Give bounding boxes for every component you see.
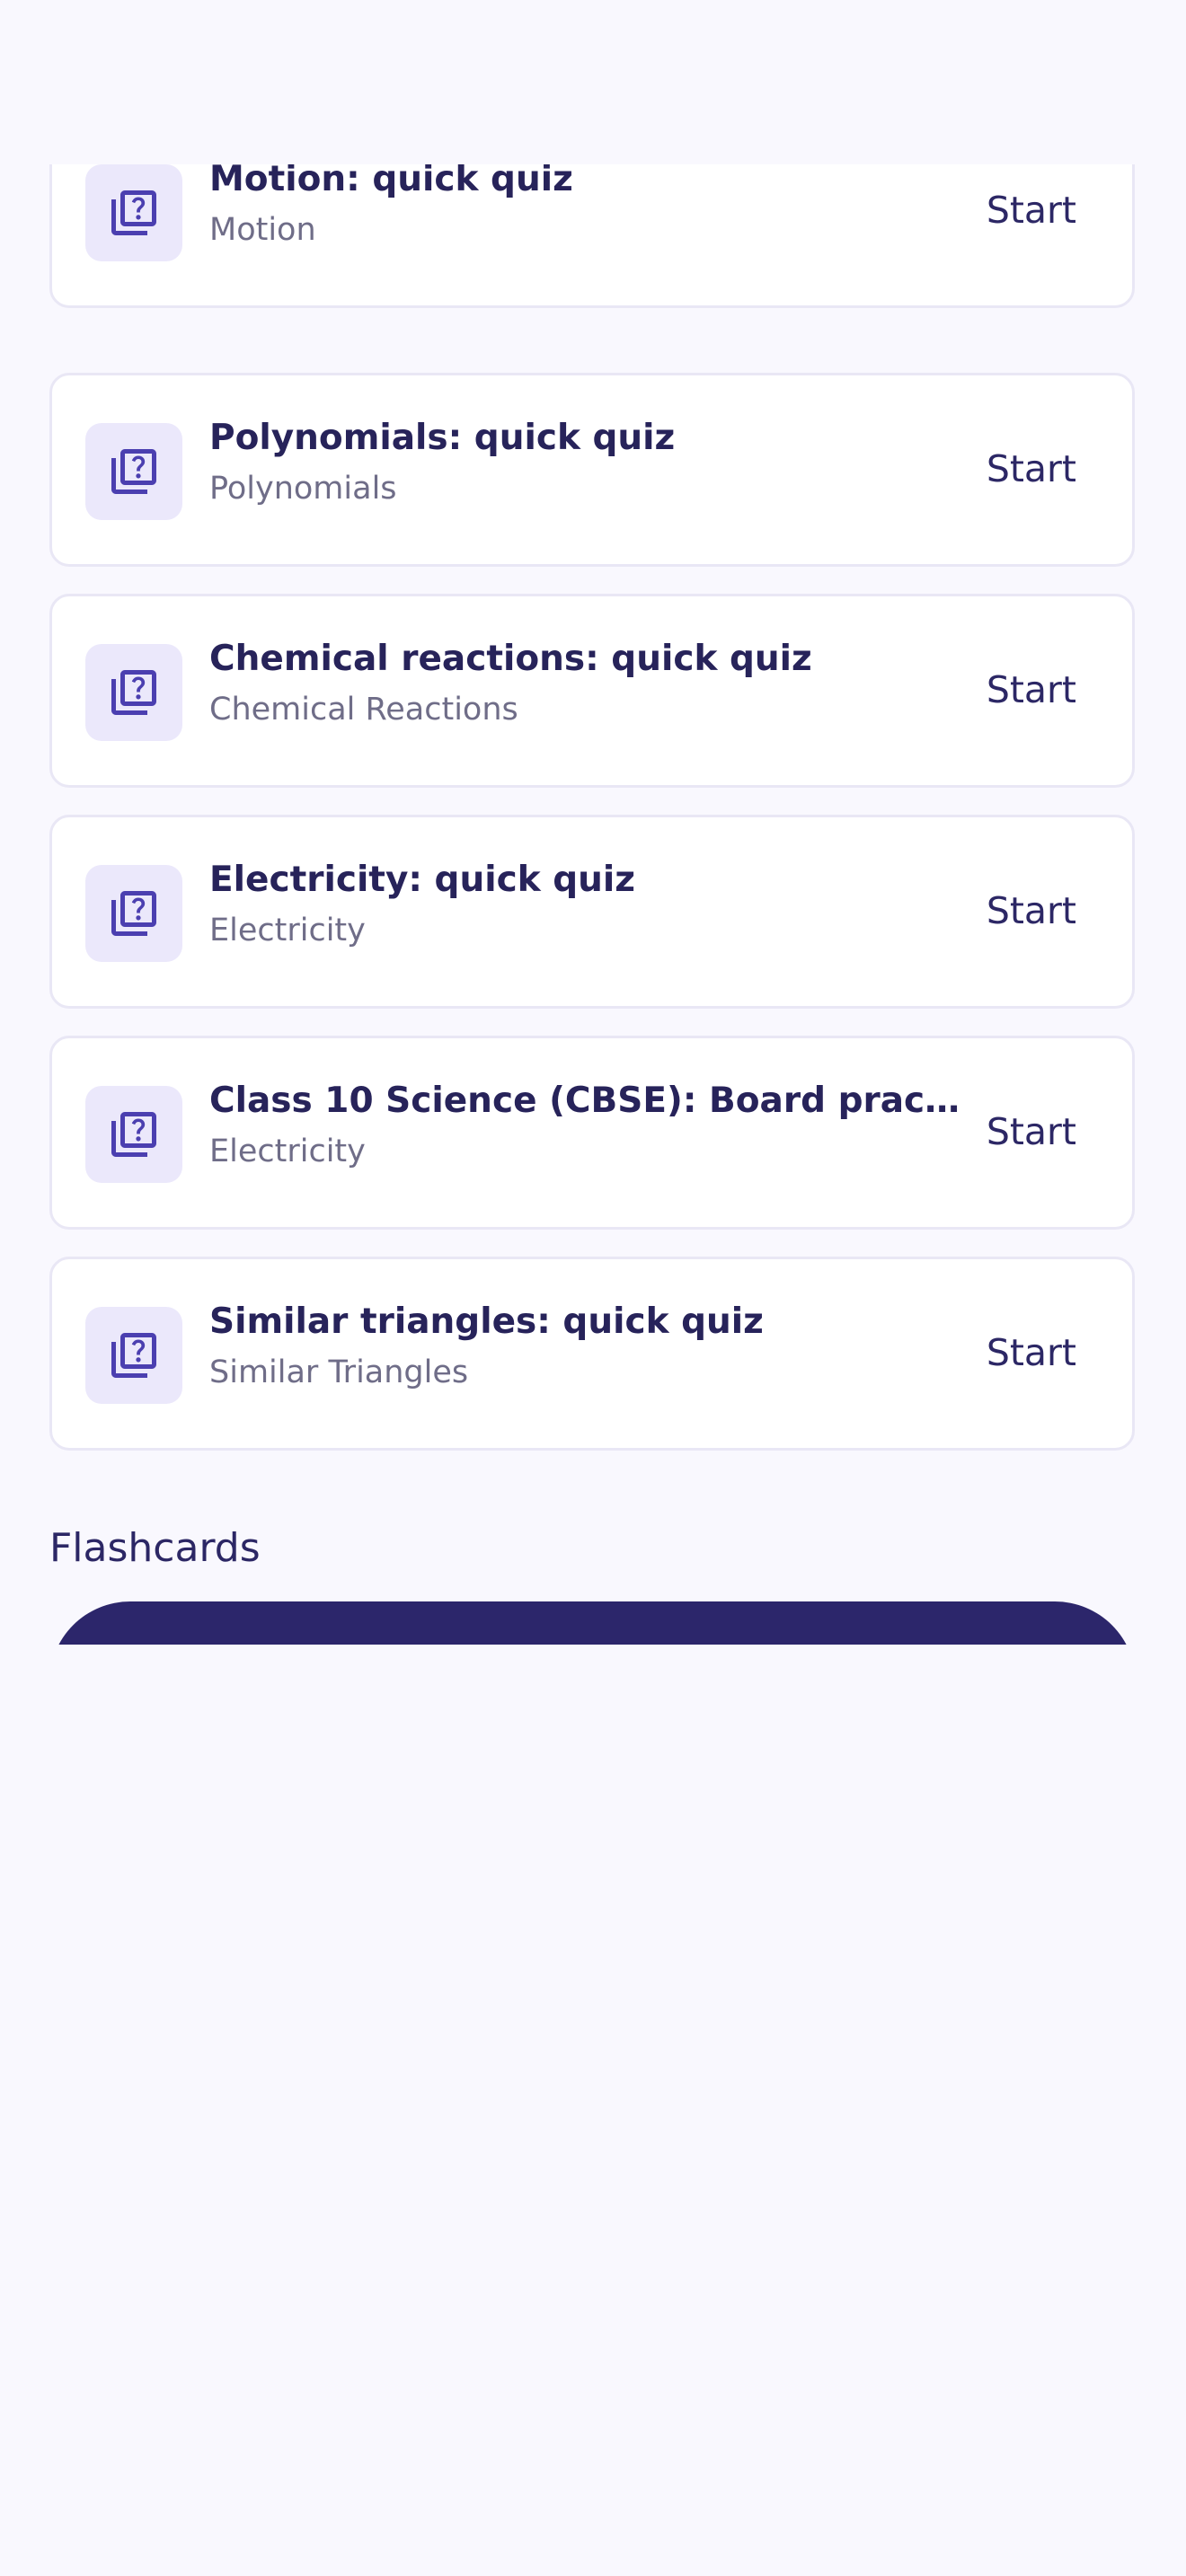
quiz-icon: [85, 423, 182, 520]
start-button[interactable]: Start: [987, 1107, 1076, 1157]
quiz-list: Motion: quick quiz Motion Start Polynomi…: [0, 164, 1186, 1645]
quiz-card-polynomials[interactable]: Polynomials: quick quiz Polynomials Star…: [49, 373, 1135, 567]
quiz-icon: [85, 865, 182, 962]
quiz-subtitle: Polynomials: [209, 471, 397, 507]
start-button[interactable]: Start: [987, 665, 1076, 715]
quiz-title: Chemical reactions: quick quiz: [209, 639, 812, 679]
quiz-card-board-practice[interactable]: Class 10 Science (CBSE): Board practi… E…: [49, 1036, 1135, 1230]
quiz-title: Motion: quick quiz: [209, 164, 573, 199]
flashcards-heading: Flashcards: [49, 1525, 261, 1571]
quiz-icon: [85, 644, 182, 741]
flashcard-card[interactable]: [49, 1601, 1136, 1645]
quiz-card-electricity[interactable]: Electricity: quick quiz Electricity Star…: [49, 815, 1135, 1009]
quiz-title: Similar triangles: quick quiz: [209, 1301, 764, 1342]
quiz-card-similar-triangles[interactable]: Similar triangles: quick quiz Similar Tr…: [49, 1257, 1135, 1451]
start-button[interactable]: Start: [987, 444, 1076, 494]
quiz-subtitle: Electricity: [209, 913, 366, 948]
quiz-icon: [85, 1086, 182, 1183]
quiz-subtitle: Similar Triangles: [209, 1354, 469, 1390]
quiz-title: Electricity: quick quiz: [209, 860, 635, 900]
quiz-icon: [85, 164, 182, 261]
quiz-card-motion[interactable]: Motion: quick quiz Motion Start: [49, 164, 1135, 308]
quiz-title: Class 10 Science (CBSE): Board practi…: [209, 1081, 973, 1121]
start-button[interactable]: Start: [987, 886, 1076, 936]
quiz-subtitle: Chemical Reactions: [209, 692, 518, 728]
quiz-icon: [85, 1307, 182, 1404]
quiz-subtitle: Motion: [209, 212, 316, 248]
quiz-subtitle: Electricity: [209, 1134, 366, 1169]
start-button[interactable]: Start: [987, 1328, 1076, 1378]
quiz-card-chemical-reactions[interactable]: Chemical reactions: quick quiz Chemical …: [49, 594, 1135, 788]
start-button[interactable]: Start: [987, 185, 1076, 235]
quiz-title: Polynomials: quick quiz: [209, 418, 676, 458]
